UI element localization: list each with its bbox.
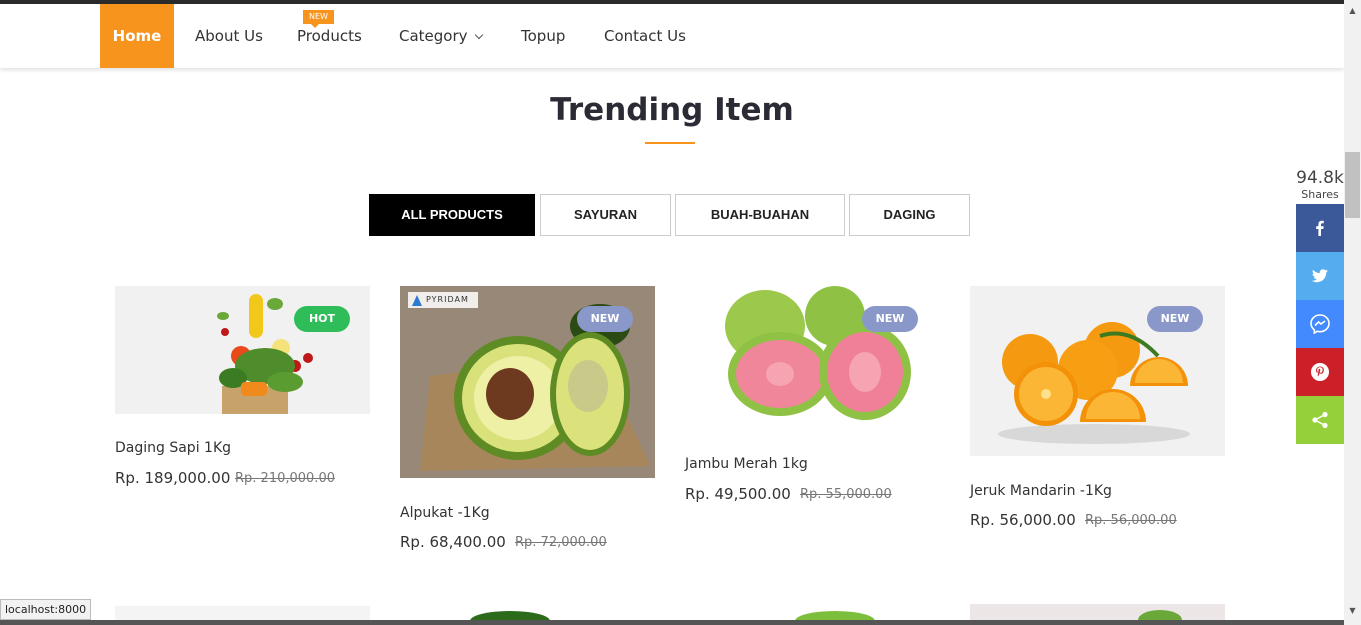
product-price: Rp. 189,000.00 <box>115 469 231 487</box>
status-bar-url: localhost:8000 <box>0 599 92 620</box>
hot-badge: HOT <box>294 306 350 332</box>
share-icon <box>1312 411 1328 429</box>
taskbar-strip <box>0 620 1344 625</box>
product-name[interactable]: Jambu Merah 1kg <box>685 456 808 472</box>
product-price: Rp. 49,500.00 <box>685 485 791 503</box>
leaf-illustration <box>1138 610 1182 620</box>
product-old-price: Rp. 210,000.00 <box>235 471 335 486</box>
new-badge: NEW <box>1147 306 1203 332</box>
title-underline <box>645 142 695 144</box>
product-old-price: Rp. 56,000.00 <box>1085 513 1177 528</box>
chevron-down-icon <box>474 30 483 40</box>
product-image-jambu-merah[interactable]: NEW <box>685 286 940 432</box>
filter-buah-buahan[interactable]: BUAH-BUAHAN <box>675 194 845 236</box>
product-price: Rp. 68,400.00 <box>400 533 506 551</box>
product-image-jeruk-mandarin[interactable]: NEW <box>970 286 1225 456</box>
twitter-icon <box>1311 269 1328 283</box>
nav-category-label: Category <box>399 27 468 45</box>
share-count: 94.8k <box>1296 168 1344 188</box>
product-name[interactable]: Alpukat -1Kg <box>400 505 490 521</box>
pinterest-icon <box>1311 363 1329 381</box>
filter-daging[interactable]: DAGING <box>849 194 970 236</box>
generic-share-button[interactable] <box>1296 396 1344 444</box>
product-name[interactable]: Daging Sapi 1Kg <box>115 440 231 456</box>
scrollbar-thumb[interactable] <box>1345 152 1360 218</box>
facebook-icon <box>1316 220 1324 236</box>
twitter-share-button[interactable] <box>1296 252 1344 300</box>
nav-home-link[interactable]: Home <box>100 4 174 68</box>
scroll-down-arrow[interactable]: ▼ <box>1344 604 1361 618</box>
product-old-price: Rp. 72,000.00 <box>515 535 607 550</box>
product-image-alpukat[interactable]: PYRIDAM NEW <box>400 286 655 478</box>
nav-category-dropdown[interactable]: Category <box>399 4 483 68</box>
product-image-row2-1[interactable] <box>115 606 370 620</box>
facebook-share-button[interactable] <box>1296 204 1344 252</box>
nav-topup-link[interactable]: Topup <box>521 4 565 68</box>
lettuce-illustration <box>795 611 875 620</box>
new-badge: NEW <box>577 306 633 332</box>
product-price: Rp. 56,000.00 <box>970 511 1076 529</box>
messenger-share-button[interactable] <box>1296 300 1344 348</box>
nav-products-link[interactable]: Products <box>297 4 362 68</box>
new-badge: NEW <box>862 306 918 332</box>
share-label: Shares <box>1301 188 1339 201</box>
filter-sayuran[interactable]: SAYURAN <box>540 194 671 236</box>
filter-all-products[interactable]: ALL PRODUCTS <box>369 194 535 236</box>
product-image-daging-sapi[interactable]: HOT <box>115 286 370 414</box>
product-name[interactable]: Jeruk Mandarin -1Kg <box>970 483 1112 499</box>
greens-illustration <box>470 611 550 620</box>
page-scrollbar[interactable] <box>1344 0 1361 625</box>
section-title: Trending Item <box>550 92 794 128</box>
product-image-row2-4[interactable] <box>970 604 1225 620</box>
product-image-row2-2[interactable] <box>400 606 655 620</box>
messenger-icon <box>1310 314 1330 334</box>
scroll-up-arrow[interactable]: ▲ <box>1344 4 1361 18</box>
product-old-price: Rp. 55,000.00 <box>800 487 892 502</box>
nav-about-link[interactable]: About Us <box>195 4 263 68</box>
product-image-row2-3[interactable] <box>685 606 940 620</box>
pyridam-watermark: PYRIDAM <box>426 295 469 304</box>
nav-contact-link[interactable]: Contact Us <box>604 4 686 68</box>
pinterest-share-button[interactable] <box>1296 348 1344 396</box>
main-navbar: Home About Us NEW Products Category Topu… <box>0 4 1344 68</box>
